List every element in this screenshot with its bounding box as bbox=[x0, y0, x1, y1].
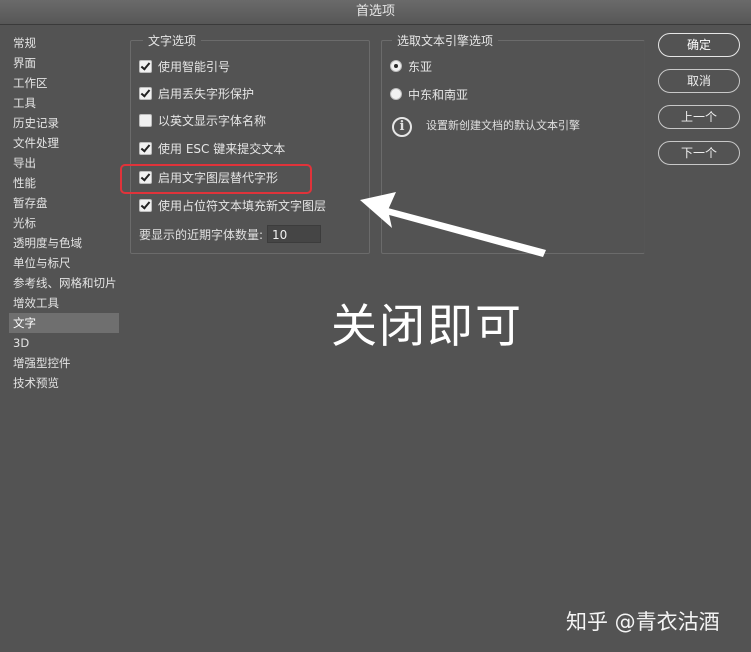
arrow-shaft bbox=[382, 207, 546, 257]
annotation-text: 关闭即可 bbox=[331, 299, 523, 353]
watermark: 知乎 @青衣沽酒 bbox=[566, 610, 720, 634]
